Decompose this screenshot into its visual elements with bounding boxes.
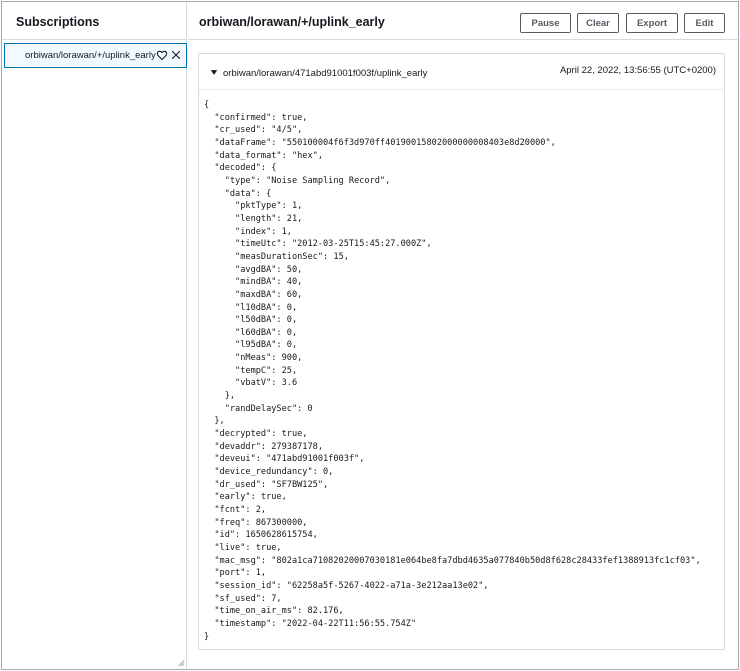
- message-timestamp: April 22, 2022, 13:56:55 (UTC+0200): [559, 65, 716, 76]
- resize-handle-icon[interactable]: [176, 658, 185, 667]
- payload-line: "dr_used": "SF7BW125",: [204, 479, 329, 490]
- payload-line: "device_redundancy": 0,: [204, 467, 334, 478]
- payload-line: "maxdBA": 60,: [204, 289, 303, 300]
- payload-line: "sf_used": 7,: [204, 593, 282, 604]
- clear-button[interactable]: Clear: [577, 13, 619, 33]
- payload-line: "session_id": "62258a5f-5267-4022-a71a-3…: [204, 580, 489, 591]
- payload-line: "nMeas": 900,: [204, 353, 303, 364]
- payload-line: {: [204, 100, 210, 110]
- payload-line: "timeUtc": "2012-03-25T15:45:27.000Z",: [204, 239, 432, 250]
- heart-outline-icon[interactable]: [156, 49, 168, 61]
- payload-line: },: [204, 416, 225, 427]
- payload-line: "early": true,: [204, 492, 287, 503]
- message-topic: orbiwan/lorawan/471abd91001f003f/uplink_…: [223, 68, 428, 79]
- payload-line: "id": 1650628615754,: [204, 530, 318, 541]
- payload-line: "l95dBA": 0,: [204, 340, 298, 351]
- payload-line: "cr_used": "4/5",: [204, 125, 303, 136]
- payload-line: "pktType": 1,: [204, 201, 303, 212]
- payload-line: "live": true,: [204, 542, 282, 553]
- payload-line: "length": 21,: [204, 213, 303, 224]
- payload-line: "data_format": "hex",: [204, 150, 323, 161]
- divider: [188, 39, 740, 40]
- payload-line: "fcnt": 2,: [204, 505, 267, 515]
- subscriptions-heading: Subscriptions: [16, 15, 100, 29]
- payload-line: "mindBA": 40,: [204, 277, 303, 288]
- caret-down-icon[interactable]: [210, 69, 218, 76]
- payload-line: "vbatV": 3.6: [204, 378, 298, 389]
- divider: [2, 39, 187, 40]
- payload-line: "l10dBA": 0,: [204, 302, 298, 313]
- payload-line: "freq": 867300000,: [204, 517, 308, 528]
- payload-line: "tempC": 25,: [204, 365, 298, 376]
- payload-line: },: [204, 391, 236, 402]
- payload-line: "confirmed": true,: [204, 112, 308, 123]
- message-payload: { "confirmed": true, "cr_used": "4/5", "…: [204, 99, 701, 643]
- payload-line: "mac_msg": "802a1ca71082020007030181e064…: [204, 555, 701, 566]
- subscriptions-panel: Subscriptions orbiwan/lorawan/+/uplink_e…: [2, 2, 187, 669]
- payload-line: }: [204, 631, 210, 642]
- payload-line: "devaddr": 279387178,: [204, 441, 323, 452]
- payload-line: "deveui": "471abd91001f003f",: [204, 454, 365, 465]
- payload-line: "index": 1,: [204, 226, 292, 237]
- payload-line: "l50dBA": 0,: [204, 315, 298, 326]
- payload-line: "timestamp": "2022-04-22T11:56:55.754Z": [204, 618, 417, 629]
- message-card: orbiwan/lorawan/471abd91001f003f/uplink_…: [198, 53, 725, 650]
- export-button[interactable]: Export: [626, 13, 678, 33]
- payload-line: "l60dBA": 0,: [204, 327, 298, 338]
- mqtt-test-client-window: Subscriptions orbiwan/lorawan/+/uplink_e…: [1, 1, 740, 670]
- payload-line: "avgdBA": 50,: [204, 264, 303, 275]
- close-icon[interactable]: [170, 49, 182, 61]
- subscription-topic-label: orbiwan/lorawan/+/uplink_early: [25, 50, 156, 61]
- topic-title: orbiwan/lorawan/+/uplink_early: [199, 15, 385, 29]
- subscription-item[interactable]: orbiwan/lorawan/+/uplink_early: [4, 43, 187, 68]
- payload-line: "dataFrame": "550100004f6f3d970ff4019001…: [204, 137, 556, 148]
- payload-line: "decoded": {: [204, 163, 277, 174]
- edit-button[interactable]: Edit: [684, 13, 725, 33]
- payload-line: "time_on_air_ms": 82.176,: [204, 606, 344, 617]
- pause-button[interactable]: Pause: [520, 13, 571, 33]
- payload-line: "port": 1,: [204, 568, 267, 579]
- payload-line: "decrypted": true,: [204, 429, 308, 440]
- payload-line: "randDelaySec": 0: [204, 403, 313, 414]
- payload-line: "data": {: [204, 188, 272, 199]
- payload-line: "type": "Noise Sampling Record",: [204, 175, 391, 186]
- message-header[interactable]: orbiwan/lorawan/471abd91001f003f/uplink_…: [199, 54, 724, 90]
- payload-line: "measDurationSec": 15,: [204, 251, 349, 262]
